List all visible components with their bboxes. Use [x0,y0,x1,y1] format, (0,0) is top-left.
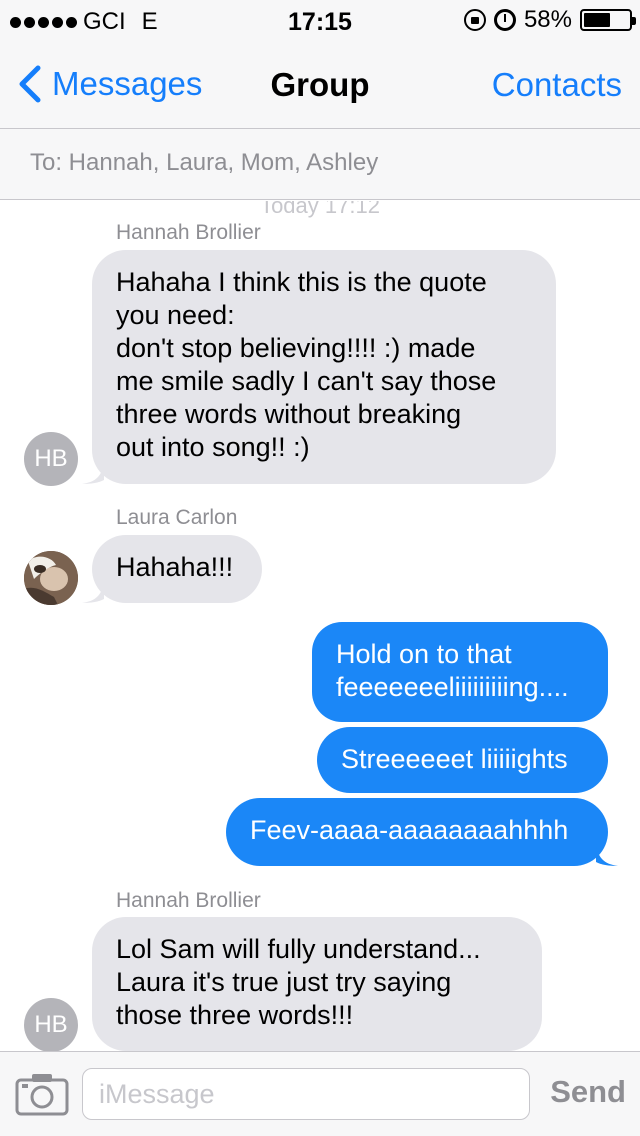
camera-icon [15,1074,69,1116]
recipients-bar[interactable]: To: Hannah, Laura, Mom, Ashley [0,128,640,200]
sender-name: Hannah Brollier [116,221,261,244]
avatar[interactable]: HB [24,432,78,486]
battery-percentage: 58% [523,6,572,33]
bubble-tail [82,462,104,484]
message-bubble-outgoing[interactable]: Feev-aaaa-aaaaaaaahhhh [226,798,618,866]
message-text: Feev-aaaa-aaaaaaaahhhh [250,815,569,845]
message-text: Hahaha!!! [116,552,234,582]
bubble-tail [596,844,618,866]
alarm-icon [493,9,516,31]
battery-icon [580,9,636,31]
status-right: 58% [463,6,636,34]
timestamp-header: Today 17:12 [260,201,380,218]
message-bubble-outgoing[interactable]: Hold on to that feeeeeeeliiiiiiiiing.... [312,622,608,722]
sender-name: Laura Carlon [116,506,238,529]
avatar[interactable]: HB [24,998,78,1051]
message-bubble-incoming[interactable]: Hahaha I think this is the quote you nee… [82,250,556,484]
message-bubble-incoming[interactable]: Lol Sam will fully understand... Laura i… [92,917,542,1051]
send-button[interactable]: Send [550,1074,626,1110]
message-text: Lol Sam will fully understand... Laura i… [116,934,481,1030]
contacts-button[interactable]: Contacts [492,66,622,104]
message-input-bar: Send [0,1051,640,1136]
rotation-lock-icon [463,9,486,31]
camera-button[interactable] [14,1070,70,1118]
navigation-bar: Messages Group Contacts [0,40,640,128]
message-text: Hahaha I think this is the quote you nee… [116,267,497,462]
chevron-left-icon [19,65,41,103]
recipients-list: To: Hannah, Laura, Mom, Ashley [30,149,379,176]
back-to-messages-button[interactable]: Messages [14,62,202,106]
message-text: Streeeeeet liiiiights [341,744,568,774]
message-bubble-incoming[interactable]: Hahaha!!! [82,535,262,603]
status-bar: GCI E 17:15 58% [0,0,640,40]
battery-level-fill [584,13,610,27]
message-bubble-outgoing[interactable]: Streeeeeet liiiiights [317,727,608,793]
back-button-label: Messages [52,65,203,102]
profile-photo-icon [24,551,78,605]
sender-name: Hannah Brollier [116,889,261,912]
conversation-area[interactable]: Today 17:12 Hannah Brollier HB Hahaha I … [0,201,640,1051]
avatar[interactable] [24,551,78,605]
imessage-input[interactable] [82,1068,530,1120]
message-text: Hold on to that feeeeeeeliiiiiiiiing.... [336,639,569,702]
bubble-tail [82,581,104,603]
